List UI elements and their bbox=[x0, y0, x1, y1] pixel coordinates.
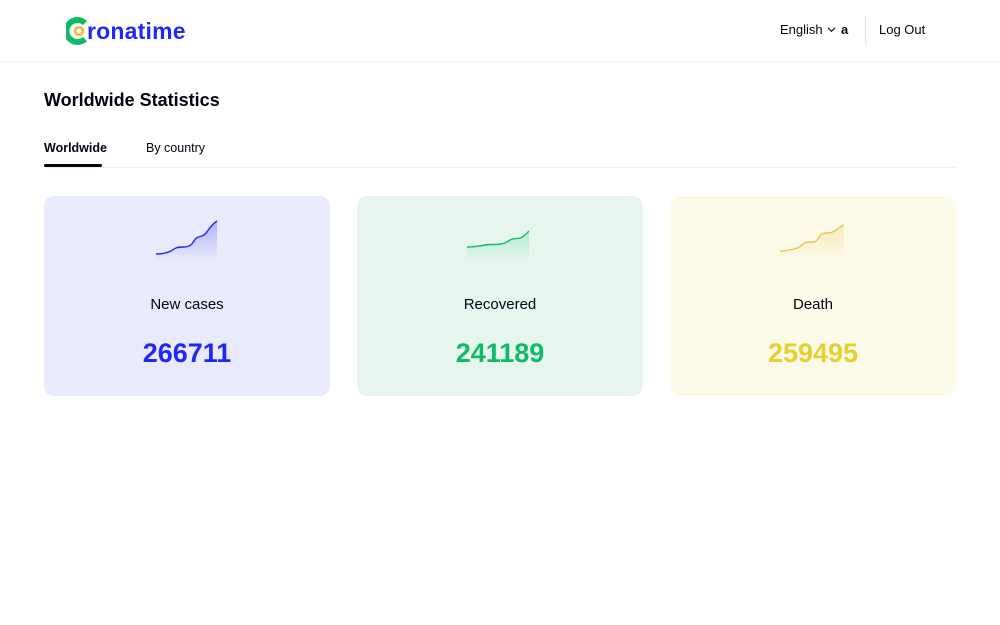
chevron-down-icon bbox=[827, 27, 836, 33]
tab-worldwide[interactable]: Worldwide bbox=[44, 141, 107, 155]
logo-text: ronatime bbox=[87, 18, 186, 44]
trend-line-icon bbox=[780, 224, 844, 262]
user-name: a bbox=[841, 22, 849, 37]
coronatime-logo[interactable]: ronatime bbox=[63, 14, 186, 48]
language-select[interactable]: English bbox=[780, 22, 836, 37]
card-value: 241189 bbox=[455, 338, 545, 368]
page-title: Worldwide Statistics bbox=[44, 90, 220, 110]
logout-button[interactable]: Log Out bbox=[879, 22, 925, 37]
header-divider bbox=[865, 16, 866, 46]
card-value: 266711 bbox=[142, 338, 232, 368]
death-card: Death 259495 bbox=[670, 196, 956, 396]
new-cases-card: New cases 266711 bbox=[44, 196, 330, 396]
top-bar: ronatime English a Log Out bbox=[0, 0, 1000, 62]
tab-by-country[interactable]: By country bbox=[146, 141, 205, 155]
logo-mark-icon bbox=[63, 16, 88, 46]
recovered-card: Recovered 241189 bbox=[357, 196, 643, 396]
language-label: English bbox=[780, 22, 823, 37]
card-label: New cases bbox=[150, 296, 224, 313]
active-tab-indicator bbox=[44, 164, 102, 167]
trend-line-icon bbox=[155, 220, 218, 262]
card-label: Death bbox=[792, 296, 834, 313]
statistics-tabs: Worldwide By country bbox=[44, 140, 956, 168]
card-label: Recovered bbox=[463, 296, 537, 313]
trend-line-icon bbox=[467, 230, 530, 262]
card-value: 259495 bbox=[767, 338, 859, 368]
